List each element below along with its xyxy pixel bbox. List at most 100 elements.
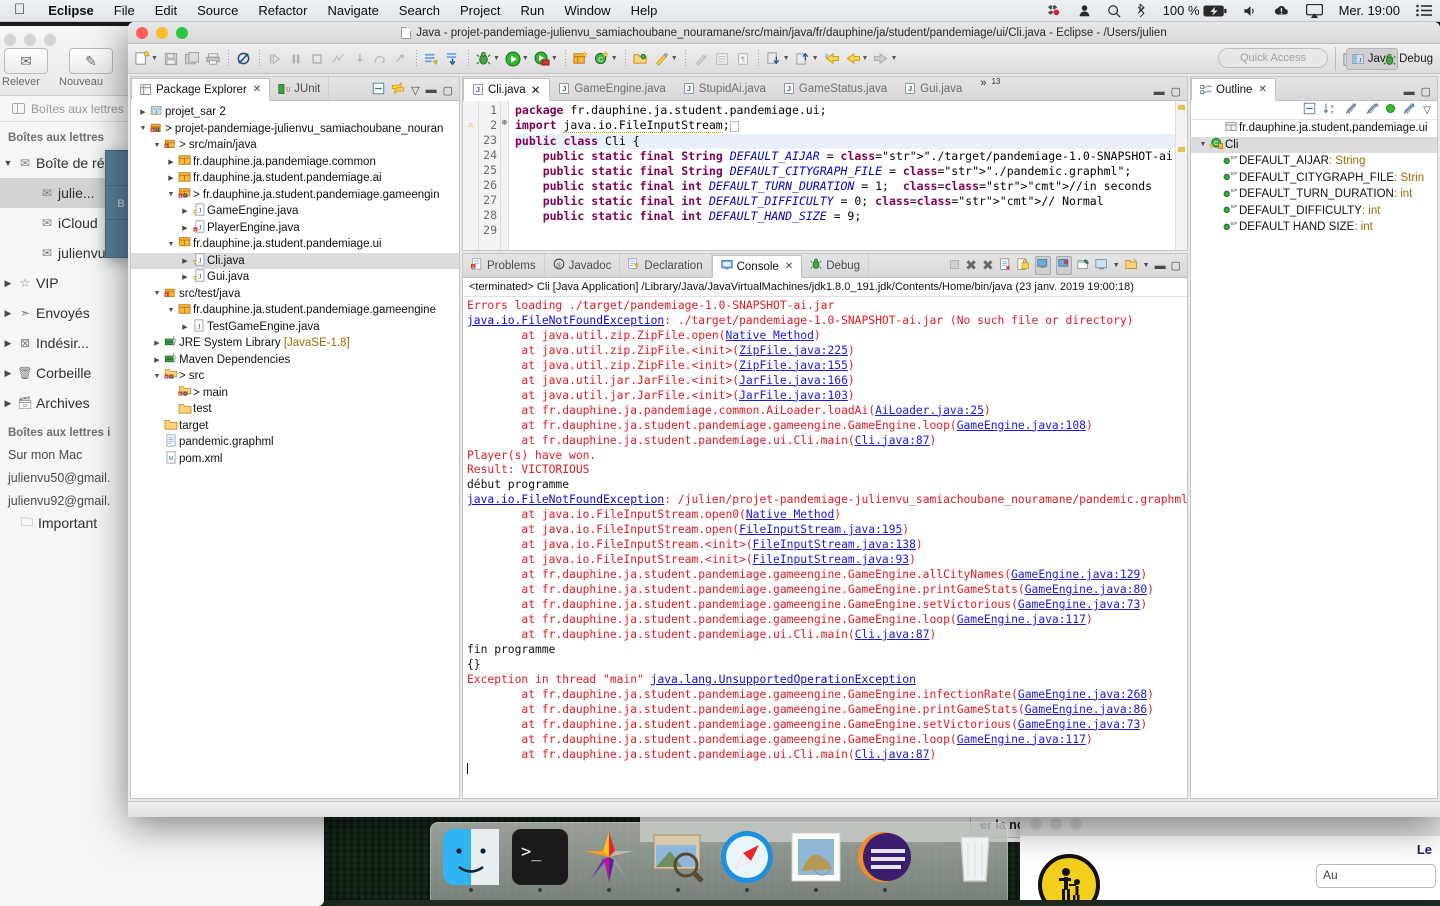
tree-item[interactable]: ▼fr.dauphine.ja.student.pandemiage.gamee… [131,302,459,319]
console-hyperlink[interactable]: java.io.FileNotFoundException [467,493,664,506]
menu-item-refactor[interactable]: Refactor [248,3,317,18]
disclosure-triangle[interactable]: ▶ [179,273,191,281]
tree-item[interactable]: ▼xsrc/test/java [131,286,459,303]
menu-item-project[interactable]: Project [450,3,510,18]
clear-console-icon[interactable] [999,258,1012,274]
chevron-down-icon[interactable]: ▼ [522,55,529,62]
tab-javadoc[interactable]: @Javadoc [545,254,621,277]
open-type-icon[interactable] [422,48,442,70]
menu-item-navigate[interactable]: Navigate [317,3,388,18]
menu-item-window[interactable]: Window [554,3,620,18]
dock-item-preview[interactable] [650,829,706,885]
remove-launch-icon[interactable]: ✖ [965,257,977,274]
code-area[interactable]: ⚠ 1223242526272829 ⊕ package fr.dauphine… [463,101,1187,250]
eclipse-window[interactable]: Java - projet-pandemiage-julienvu_samiac… [128,22,1440,817]
console-hyperlink[interactable]: GameEngine.java:73 [1018,718,1140,731]
disclosure-triangle[interactable]: ▼ [1197,141,1209,148]
menubar-clock[interactable]: Mer. 19:00 [1331,3,1408,18]
console-hyperlink[interactable]: ZipFile.java:225 [739,344,848,357]
annotation-ruler[interactable]: ⚠ [463,101,479,250]
dock-item-safari[interactable] [719,829,775,885]
hide-static-icon[interactable]: S [1365,102,1379,118]
console-hyperlink[interactable]: Cli.java:87 [855,748,930,761]
notification-center-icon[interactable] [1408,4,1440,17]
console-hyperlink[interactable]: ZipFile.java:155 [739,359,848,372]
console-hyperlink[interactable]: JarFile.java:103 [739,389,848,402]
minimize-icon[interactable]: ▬ [1155,260,1166,272]
tree-item[interactable]: ▶Jprojet_sar 2 [131,104,459,121]
disclosure-triangle[interactable]: ▼ [151,290,163,297]
perspective-debug[interactable]: Debug [1378,48,1438,70]
save-icon[interactable] [161,48,181,70]
tree-item[interactable]: test [131,401,459,418]
disclosure-triangle[interactable]: ▶ [179,224,191,232]
open-console-icon[interactable] [1125,258,1138,274]
fold-expand-icon[interactable]: ⊕ [501,116,508,131]
disclosure-triangle[interactable]: ▼ [2,158,14,168]
new-wizard-icon[interactable] [132,48,152,70]
outline-item[interactable]: SFDEFAULT_CITYGRAPH_FILE : Strin [1191,170,1437,187]
close-icon[interactable]: ✕ [785,261,793,272]
console-hyperlink[interactable]: GameEngine.java:129 [1011,568,1140,581]
new-message-button[interactable]: ✎ [69,48,113,74]
run-coverage-icon[interactable] [532,48,552,70]
tree-item[interactable]: ▶fr.dauphine.ja.pandemiage.common [131,154,459,171]
chevron-down-icon[interactable]: ▼ [551,55,558,62]
tab-junit[interactable]: U JUnit [270,77,329,100]
console-hyperlink[interactable]: FileInputStream.java:195 [739,523,902,536]
console-hyperlink[interactable]: GameEngine.java:117 [957,733,1086,746]
menu-item-edit[interactable]: Edit [145,3,187,18]
menu-item-source[interactable]: Source [187,3,248,18]
disclosure-triangle[interactable]: ▼ [137,125,149,132]
close-icon[interactable]: ✕ [1258,84,1266,95]
disclosure-triangle[interactable]: ▼ [165,241,177,248]
disclosure-triangle[interactable]: ▶ [137,108,149,116]
console-hyperlink[interactable]: FileInputStream.java:138 [753,538,916,551]
tab-outline[interactable]: Outline ✕ [1191,78,1276,101]
new-class-icon[interactable]: C [592,48,612,70]
minimize-button[interactable] [24,34,36,46]
browser-traffic-lights[interactable] [1030,818,1082,830]
hide-non-public-icon[interactable] [1386,104,1395,116]
editor-tab-gameengine[interactable]: JGameEngine.java [550,77,674,100]
quick-access-input[interactable]: Quick Access [1218,48,1328,68]
close-icon[interactable]: ✕ [253,84,261,95]
search-icon[interactable] [652,48,672,70]
volume-icon[interactable] [1235,4,1266,18]
console-hyperlink[interactable]: java.lang.UnsupportedOperationException [651,673,916,686]
editor-tab-gui[interactable]: JGui.java [896,77,971,100]
dock-item-sketch-star[interactable] [581,829,637,885]
code-line[interactable]: public static final String DEFAULT_CITYG… [515,164,1175,179]
chevron-down-icon[interactable]: ▼ [890,55,897,62]
tree-item[interactable]: ▼x*> src [131,368,459,385]
close-icon[interactable]: ✕ [531,83,541,97]
tree-item[interactable]: ▼x*> projet-pandemiage-julienvu_samiacho… [131,121,459,138]
editor-tab-stupidai[interactable]: JStupidAi.java [675,77,775,100]
tree-item[interactable]: ▼fr.dauphine.ja.student.pandemiage.ui [131,236,459,253]
chevron-down-icon[interactable]: ▼ [1143,262,1150,269]
minimize-button[interactable] [156,27,168,39]
bluetooth-icon[interactable] [1129,3,1155,18]
view-menu-icon[interactable]: ▽ [411,84,419,97]
minimize-button[interactable] [1050,818,1062,830]
lock-scroll-icon[interactable] [1017,258,1030,274]
tree-item[interactable]: x*> main [131,385,459,402]
tab-package-explorer[interactable]: Package Explorer ✕ [131,78,270,101]
hide-local-types-icon[interactable]: L [1402,102,1416,118]
editor-tab-cli[interactable]: JCli.java✕ [463,78,550,101]
menu-item-search[interactable]: Search [389,3,450,18]
back-icon[interactable] [843,48,863,70]
disclosure-triangle[interactable]: ▶ [179,207,191,215]
menu-item-run[interactable]: Run [510,3,554,18]
tab-debug[interactable]: Debug [802,254,869,277]
overview-ruler[interactable] [1175,101,1187,250]
chevron-down-icon[interactable]: ▼ [493,55,500,62]
console-hyperlink[interactable]: GameEngine.java:268 [1018,688,1147,701]
zoom-button[interactable] [1070,818,1082,830]
tree-item[interactable]: ▶Maven Dependencies [131,352,459,369]
minimize-icon[interactable]: ▬ [426,84,437,96]
sort-icon[interactable]: az [1323,102,1337,118]
tab-console[interactable]: Console✕ [712,255,803,278]
disclosure-triangle[interactable]: ▼ [151,373,163,380]
disclosure-triangle[interactable]: ▶ [165,158,177,166]
